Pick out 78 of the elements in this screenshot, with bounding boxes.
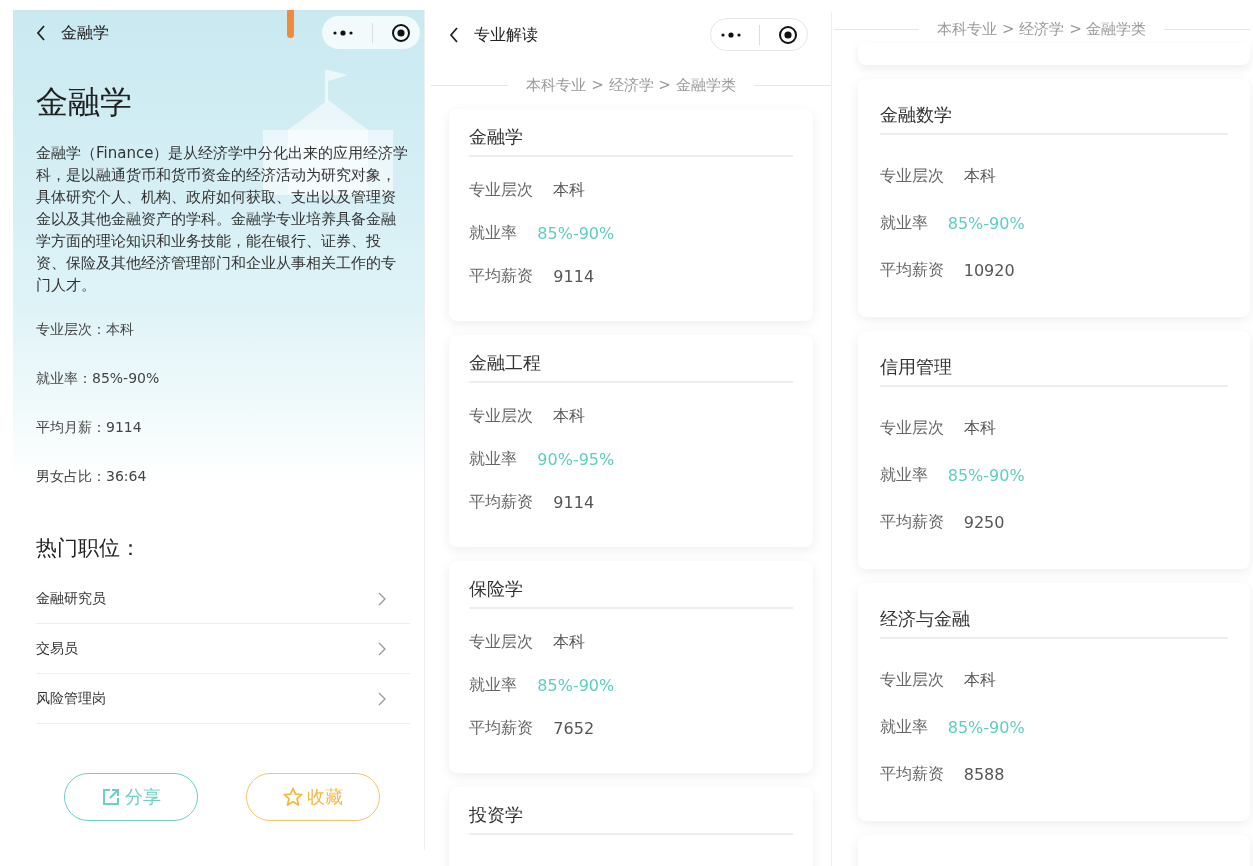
field-value: 本科	[553, 180, 586, 201]
field-value: 本科	[553, 406, 586, 427]
job-item[interactable]: 金融研究员	[36, 574, 411, 624]
major-card[interactable]: 保险学 专业层次 本科 就业率 85%-90% 平均薪资 7652	[449, 561, 813, 773]
major-name: 经济与金融	[879, 601, 1228, 639]
field-value: 8588	[963, 765, 1005, 784]
field-label: 专业层次	[879, 166, 944, 187]
field-value: 85%-90%	[947, 466, 1025, 485]
field-value: 10920	[963, 261, 1015, 280]
major-name: 保险学	[469, 571, 793, 609]
page-title: 金融学	[61, 22, 109, 44]
major-card[interactable]: 金融工程 专业层次 本科 就业率 90%-95% 平均薪资 9114	[449, 335, 813, 547]
field-value: 85%-90%	[537, 676, 615, 695]
major-card[interactable]: 金融学 专业层次 本科 就业率 85%-90% 平均薪资 9114	[449, 109, 813, 321]
field-label: 专业层次	[469, 406, 534, 427]
field-label: 平均薪资	[879, 764, 944, 785]
breadcrumb: 本科专业 > 经济学 > 金融学类	[937, 20, 1147, 39]
field-value: 85%-90%	[947, 214, 1025, 233]
field-value: 7652	[553, 719, 595, 738]
major-card[interactable]: 信用管理 专业层次 本科 就业率 85%-90% 平均薪资 9250	[857, 331, 1250, 569]
major-name: 信用管理	[879, 349, 1228, 387]
back-icon[interactable]	[449, 27, 460, 43]
field-label: 平均薪资	[469, 492, 534, 513]
major-name: 金融数学	[879, 97, 1228, 135]
major-card[interactable]: 投资学	[449, 787, 813, 866]
capsule-menu[interactable]	[322, 16, 421, 49]
major-card[interactable]: 金融数学 专业层次 本科 就业率 85%-90% 平均薪资 10920	[857, 79, 1250, 317]
major-description: 金融学（Finance）是从经济学中分化出来的应用经济学科，是以融通货币和货币资金的经济活动为研究对象，具体研究个人、机构、政府如何获取、支出以及管理资金以及其他金融资产的学科。金融学专业培养具备金融学方面的理论知识和业务技能，能在银行、证券、投资、保险及其他经济管理部门和企业从事相关工作的专门人才。	[36, 143, 410, 296]
major-name: 投资学	[469, 797, 793, 835]
job-item[interactable]: 风险管理岗	[36, 674, 411, 724]
section-title: 热门职位：	[36, 535, 142, 562]
fact-text: 男女占比：36:64	[36, 467, 148, 486]
close-icon[interactable]	[391, 22, 412, 43]
major-card[interactable]: 经济与金融 专业层次 本科 就业率 85%-90% 平均薪资 8588	[857, 583, 1250, 821]
field-value: 90%-95%	[537, 450, 615, 469]
more-icon[interactable]	[719, 31, 742, 38]
field-value: 本科	[963, 166, 996, 187]
field-label: 就业率	[469, 675, 518, 696]
star-icon	[283, 787, 304, 807]
field-label: 专业层次	[879, 670, 944, 691]
field-value: 9114	[553, 493, 595, 512]
share-icon	[101, 787, 121, 807]
field-label: 专业层次	[469, 180, 534, 201]
field-label: 就业率	[469, 449, 518, 470]
fact-text: 专业层次：本科	[36, 320, 135, 339]
field-label: 平均薪资	[879, 260, 944, 281]
field-value: 85%-90%	[537, 224, 615, 243]
field-value: 85%-90%	[947, 718, 1025, 737]
field-label: 平均薪资	[469, 718, 534, 739]
field-label: 专业层次	[879, 418, 944, 439]
field-label: 平均薪资	[469, 266, 534, 287]
back-icon[interactable]	[36, 25, 46, 41]
field-label: 专业层次	[469, 632, 534, 653]
major-heading: 金融学	[36, 82, 133, 122]
chevron-icon	[378, 691, 387, 706]
chevron-icon	[378, 591, 387, 606]
field-value: 9250	[963, 513, 1005, 532]
job-item[interactable]: 交易员	[36, 624, 411, 674]
capsule-menu[interactable]	[709, 18, 808, 51]
field-value: 本科	[553, 632, 586, 653]
field-label: 就业率	[469, 223, 518, 244]
chevron-icon	[378, 641, 387, 656]
field-label: 就业率	[879, 465, 928, 486]
major-name: 金融学	[469, 119, 793, 157]
field-value: 9114	[553, 267, 595, 286]
field-label: 平均薪资	[879, 512, 944, 533]
marker-drawing	[287, 10, 294, 38]
field-label: 就业率	[879, 717, 928, 738]
breadcrumb: 本科专业 > 经济学 > 金融学类	[526, 76, 736, 95]
fact-text: 就业率：85%-90%	[36, 369, 161, 388]
major-name: 金融工程	[469, 345, 793, 383]
field-label: 就业率	[879, 213, 928, 234]
page-title: 专业解读	[474, 24, 539, 46]
field-value: 本科	[963, 670, 996, 691]
close-icon[interactable]	[777, 24, 798, 45]
fact-text: 平均月薪：9114	[36, 418, 143, 437]
more-icon[interactable]	[331, 29, 354, 36]
field-value: 本科	[963, 418, 996, 439]
